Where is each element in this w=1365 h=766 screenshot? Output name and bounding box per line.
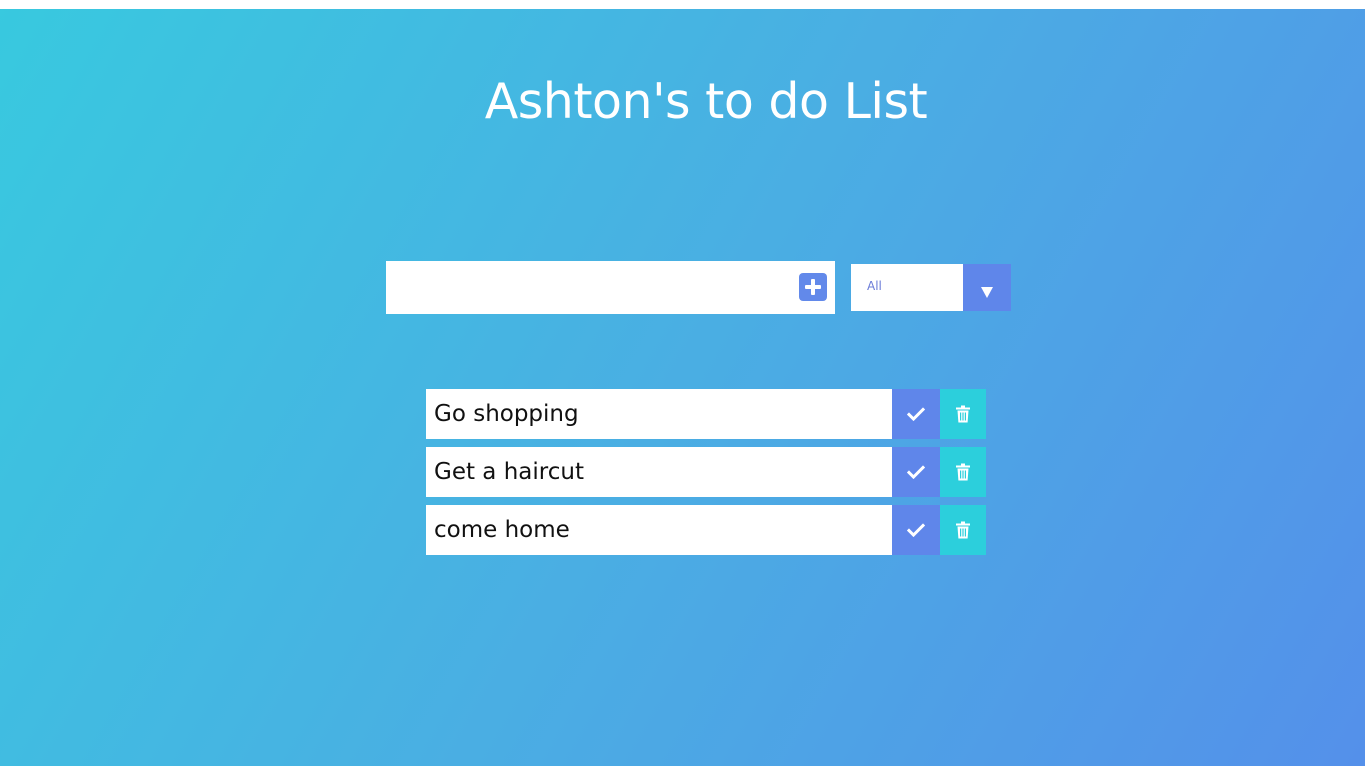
todo-item: come home [426, 505, 986, 555]
trash-icon [956, 521, 970, 539]
delete-button[interactable] [940, 389, 986, 439]
complete-button[interactable] [892, 389, 940, 439]
check-icon [907, 407, 925, 421]
todo-list: Go shopping Get a haircut come home [426, 389, 986, 563]
trash-icon [956, 463, 970, 481]
trash-icon [956, 405, 970, 423]
todo-text: come home [434, 517, 570, 543]
filter-selected-value: All [867, 279, 882, 293]
filter-select[interactable]: All [851, 264, 1011, 311]
filter-dropdown-toggle[interactable] [963, 264, 1011, 311]
caret-down-icon [981, 287, 993, 298]
todo-item: Get a haircut [426, 447, 986, 497]
check-icon [907, 523, 925, 537]
todo-item: Go shopping [426, 389, 986, 439]
add-todo-button[interactable] [799, 273, 827, 301]
page-title: Ashton's to do List [484, 73, 928, 130]
complete-button[interactable] [892, 505, 940, 555]
delete-button[interactable] [940, 505, 986, 555]
complete-button[interactable] [892, 447, 940, 497]
todo-input[interactable] [386, 261, 786, 314]
todo-form [386, 261, 835, 314]
delete-button[interactable] [940, 447, 986, 497]
plus-icon-stem [811, 279, 815, 295]
check-icon [907, 465, 925, 479]
todo-text: Go shopping [434, 401, 579, 427]
todo-text: Get a haircut [434, 459, 584, 485]
top-strip [0, 0, 1365, 9]
